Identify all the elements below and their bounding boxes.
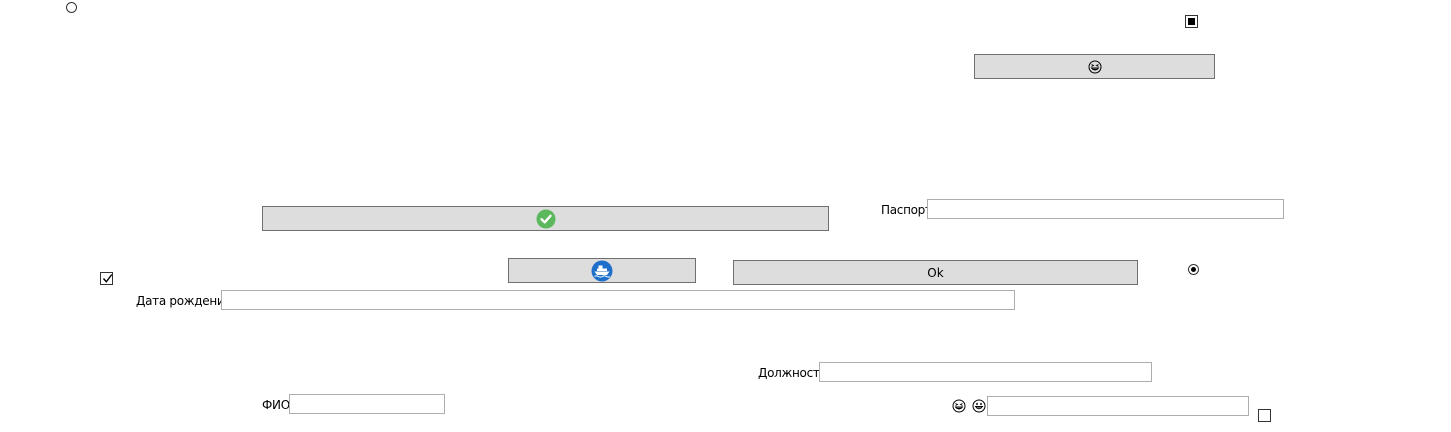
checkbox-left[interactable] — [100, 272, 113, 285]
full-name-label: ФИО — [262, 398, 290, 412]
radio-button-top-left[interactable] — [66, 2, 77, 13]
grinning-squint-emoji-icon — [952, 399, 966, 413]
check-circle-icon — [536, 209, 555, 228]
radio-button-right[interactable] — [1188, 264, 1199, 275]
ok-button-label: Ok — [927, 265, 944, 280]
ship-button[interactable] — [508, 258, 696, 283]
grinning-squint-emoji-icon — [1088, 60, 1101, 73]
checkbox-bottom-right[interactable] — [1258, 409, 1271, 422]
passport-input[interactable] — [927, 199, 1284, 219]
full-name-input[interactable] — [289, 394, 445, 414]
birth-date-input[interactable] — [221, 290, 1015, 310]
position-label: Должность — [758, 366, 827, 380]
checkmark-icon — [102, 274, 113, 283]
birth-date-label: Дата рождения — [136, 294, 232, 308]
grinning-emoji-icon — [972, 399, 986, 413]
position-input[interactable] — [819, 362, 1152, 382]
emoji-field-input[interactable] — [987, 396, 1249, 416]
ok-button[interactable]: Ok — [733, 260, 1138, 285]
confirm-button[interactable] — [262, 206, 829, 231]
passport-label: Паспорт — [881, 203, 932, 217]
ship-icon — [591, 260, 613, 281]
emoji-button[interactable] — [974, 54, 1215, 79]
checkbox-top-right[interactable] — [1185, 15, 1198, 28]
